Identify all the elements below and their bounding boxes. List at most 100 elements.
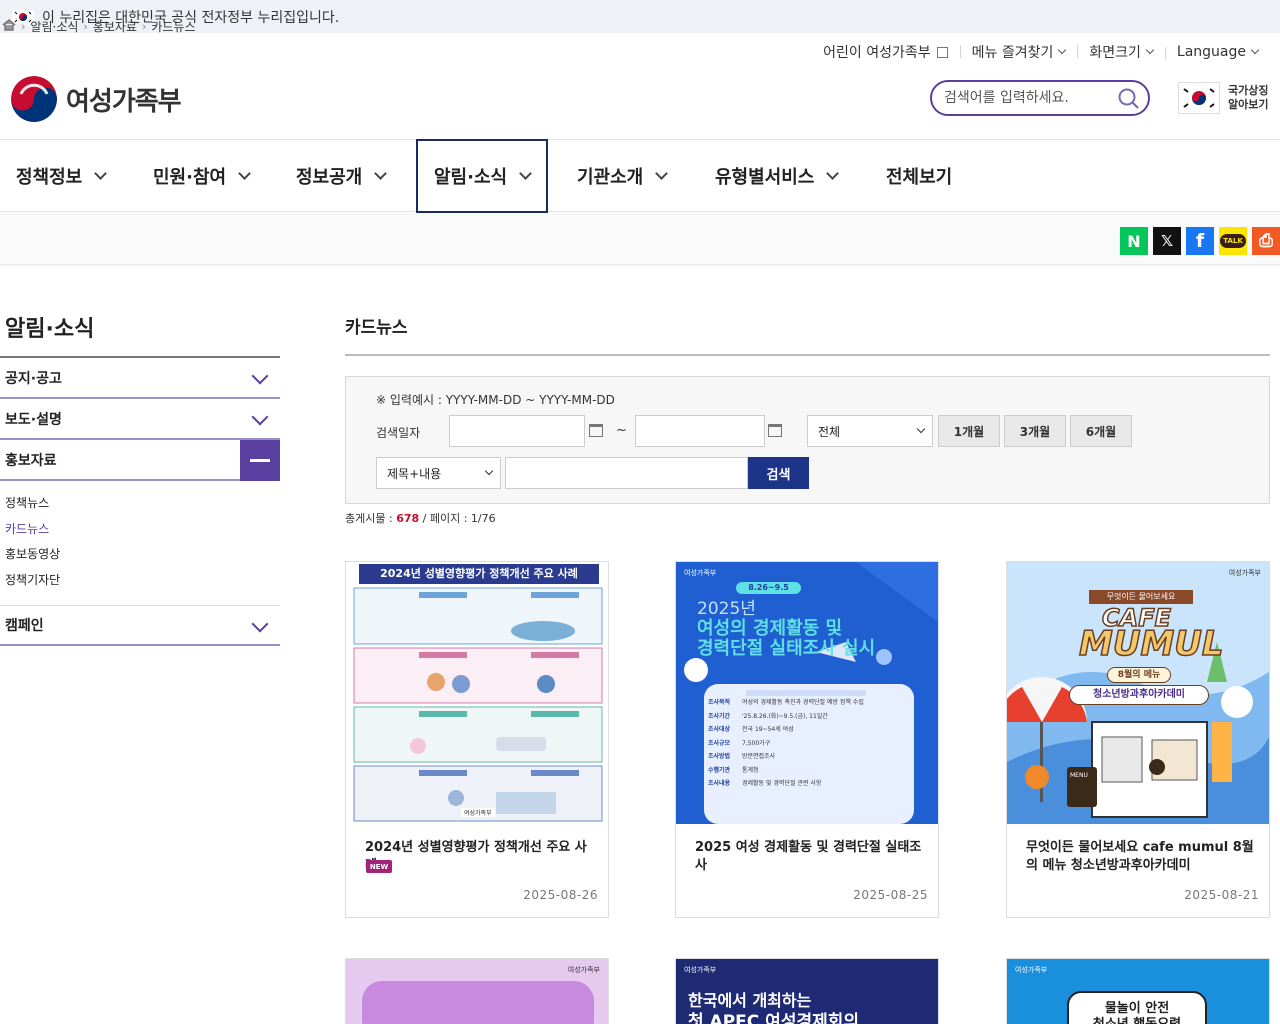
calendar-icon[interactable] <box>589 424 603 437</box>
chevron-down-icon <box>519 166 532 180</box>
keyword-input[interactable] <box>505 457 748 489</box>
x-share-icon[interactable]: 𝕏 <box>1153 227 1181 255</box>
breadcrumb-news[interactable]: 알림·소식 <box>30 18 78 35</box>
period-1month-button[interactable]: 1개월 <box>938 415 1000 447</box>
chevron-down-icon <box>826 166 840 180</box>
chevron-down-icon <box>484 466 494 476</box>
breadcrumb-separator-icon: › <box>21 20 26 33</box>
main-navigation: 정책정보 민원·참여 정보공개 알림·소식 기관소개 유형별서비스 전체보기 <box>0 139 1280 213</box>
chevron-down-icon <box>251 408 269 426</box>
breadcrumb-promotion[interactable]: 홍보자료 <box>93 18 137 35</box>
period-3month-button[interactable]: 3개월 <box>1004 415 1066 447</box>
date-range-tilde: ~ <box>616 423 627 438</box>
card-thumbnail: 여성가족부 8.26~9.5 2025년 여성의 경제활동 및 경력단절 실태조… <box>676 562 938 824</box>
lnb-notice[interactable]: 공지·공고 <box>0 358 280 399</box>
thumb-brand-mark: 여성가족부 <box>567 966 600 974</box>
search-field-select[interactable]: 제목+내용 <box>376 457 501 489</box>
chevron-down-icon <box>251 615 269 633</box>
total-count: 678 <box>396 512 420 525</box>
thumb-brand-mark: 여성가족부 <box>684 966 717 974</box>
chevron-down-icon <box>916 424 926 434</box>
card-date: 2025-08-26 <box>523 888 598 902</box>
thumb-title-line2: 첫 APEC 여성경제회의 <box>688 1012 860 1024</box>
naver-blog-share-icon[interactable]: N <box>1120 227 1148 255</box>
kids-site-link[interactable]: 어린이 여성가족부 <box>811 42 960 62</box>
site-search <box>930 80 1150 116</box>
national-symbol-line1: 국가상징 <box>1228 84 1269 97</box>
thumb-menu-pill: 8월의 메뉴 <box>1107 667 1171 683</box>
kakaotalk-share-icon[interactable]: TALK <box>1219 227 1247 255</box>
thumb-brand-mark: 여성가족부 <box>1015 966 1048 974</box>
thumb-mumul: MUMUL <box>1078 623 1224 665</box>
lnb-press[interactable]: 보도·설명 <box>0 399 280 440</box>
search-filter-panel: ※ 입력예시 : YYYY-MM-DD ~ YYYY-MM-DD 검색일자 ~ … <box>345 376 1270 504</box>
breadcrumb-cardnews[interactable]: 카드뉴스 <box>151 18 195 35</box>
chevron-down-icon <box>1058 45 1067 55</box>
calendar-icon[interactable] <box>768 424 782 437</box>
lnb-campaign[interactable]: 캠페인 <box>0 605 280 646</box>
breadcrumb-bar <box>0 213 1280 265</box>
share-buttons: N 𝕏 f TALK ⎙ <box>1120 227 1280 255</box>
card-title[interactable]: 2024년 성별영향평가 정책개선 주요 사례 <box>365 839 597 875</box>
language-toggle[interactable]: Language <box>1164 44 1270 60</box>
page-title: 카드뉴스 <box>345 318 408 338</box>
chevron-down-icon <box>1250 45 1260 55</box>
card-item[interactable]: 2024년 성별영향평가 정책개선 주요 사례 여성가족부 2024년 성별영향… <box>345 561 609 918</box>
gnb-services-by-type[interactable]: 유형별서비스 <box>715 140 840 212</box>
gnb-civil-participation[interactable]: 민원·참여 <box>153 140 251 212</box>
card-title[interactable]: 무엇이든 물어보세요 cafe mumul 8월의 메뉴 청소년방과후아카데미 <box>1026 839 1258 875</box>
scope-select[interactable]: 전체 <box>807 415 933 447</box>
lnb-sub-policy-news[interactable]: 정책뉴스 <box>5 493 280 519</box>
card-item[interactable]: 여성가족부 한국에서 개최하는 첫 APEC 여성경제회의 <box>675 958 939 1024</box>
gnb-view-all[interactable]: 전체보기 <box>886 140 952 212</box>
thumb-brand-mark: 여성가족부 <box>684 569 717 577</box>
chevron-down-icon <box>94 166 108 180</box>
card-item[interactable]: 여성가족부 <box>345 958 609 1024</box>
gnb-information-disclosure[interactable]: 정보공개 <box>296 140 388 212</box>
start-date-input[interactable] <box>449 415 585 447</box>
breadcrumb: › 알림·소식 › 홍보자료 › 카드뉴스 <box>2 18 196 35</box>
card-title[interactable]: 2025 여성 경제활동 및 경력단절 실태조사 <box>695 839 927 875</box>
card-item[interactable]: 여성가족부 무엇이든 물어보세요 CAFE MUMUL 8월의 메뉴 청소년방과… <box>1006 561 1270 918</box>
kids-site-label: 어린이 여성가족부 <box>823 45 931 61</box>
government-emblem-icon <box>11 76 57 122</box>
chevron-down-icon <box>238 166 251 180</box>
new-badge: NEW <box>366 860 392 873</box>
period-6month-button[interactable]: 6개월 <box>1070 415 1132 447</box>
search-input[interactable] <box>944 90 1114 106</box>
thumb-heading: 2024년 성별영향평가 정책개선 주요 사례 <box>380 567 578 580</box>
lnb-promotion[interactable]: 홍보자료 <box>0 440 280 481</box>
site-logo[interactable]: 여성가족부 <box>11 76 182 122</box>
gnb-policy-info[interactable]: 정책정보 <box>16 140 108 212</box>
end-date-input[interactable] <box>635 415 765 447</box>
gnb-news[interactable]: 알림·소식 <box>434 140 532 212</box>
thumb-brand-mark: 여성가족부 <box>461 808 495 817</box>
lnb-sub-reporters[interactable]: 정책기자단 <box>5 570 280 596</box>
screen-size-label: 화면크기 <box>1089 45 1141 61</box>
search-icon[interactable] <box>1118 88 1139 109</box>
thumb-brand-mark: 여성가족부 <box>1228 569 1261 577</box>
language-label: Language <box>1176 44 1246 60</box>
card-thumbnail: 여성가족부 무엇이든 물어보세요 CAFE MUMUL 8월의 메뉴 청소년방과… <box>1007 562 1269 824</box>
card-date: 2025-08-25 <box>853 888 928 902</box>
thumb-title-line2: 청소년 행동요령 <box>1067 1013 1207 1024</box>
print-icon[interactable]: ⎙ <box>1252 227 1280 255</box>
card-date: 2025-08-21 <box>1184 888 1259 902</box>
chevron-down-icon <box>1145 45 1155 55</box>
card-item[interactable]: 여성가족부 물놀이 안전 청소년 행동요령 <box>1006 958 1270 1024</box>
lnb-sub-cardnews[interactable]: 카드뉴스 <box>5 519 280 545</box>
gnb-about[interactable]: 기관소개 <box>577 140 669 212</box>
card-thumbnail <box>362 981 594 1024</box>
lnb-sub-videos[interactable]: 홍보동영상 <box>5 544 280 570</box>
collapse-minus-icon[interactable] <box>240 440 280 481</box>
menu-favorites-label: 메뉴 즐겨찾기 <box>971 45 1054 61</box>
menu-favorites-toggle[interactable]: 메뉴 즐겨찾기 <box>959 42 1078 62</box>
screen-size-toggle[interactable]: 화면크기 <box>1077 42 1165 62</box>
card-item[interactable]: 여성가족부 8.26~9.5 2025년 여성의 경제활동 및 경력단절 실태조… <box>675 561 939 918</box>
facebook-share-icon[interactable]: f <box>1186 227 1214 255</box>
home-icon[interactable] <box>2 19 16 34</box>
national-symbol-link[interactable]: 국가상징 알아보기 <box>1178 82 1268 114</box>
thumb-top-ribbon: 무엇이든 물어보세요 <box>1089 590 1193 604</box>
thumb-date-pill: 8.26~9.5 <box>748 583 789 592</box>
search-button[interactable]: 검색 <box>748 457 809 489</box>
